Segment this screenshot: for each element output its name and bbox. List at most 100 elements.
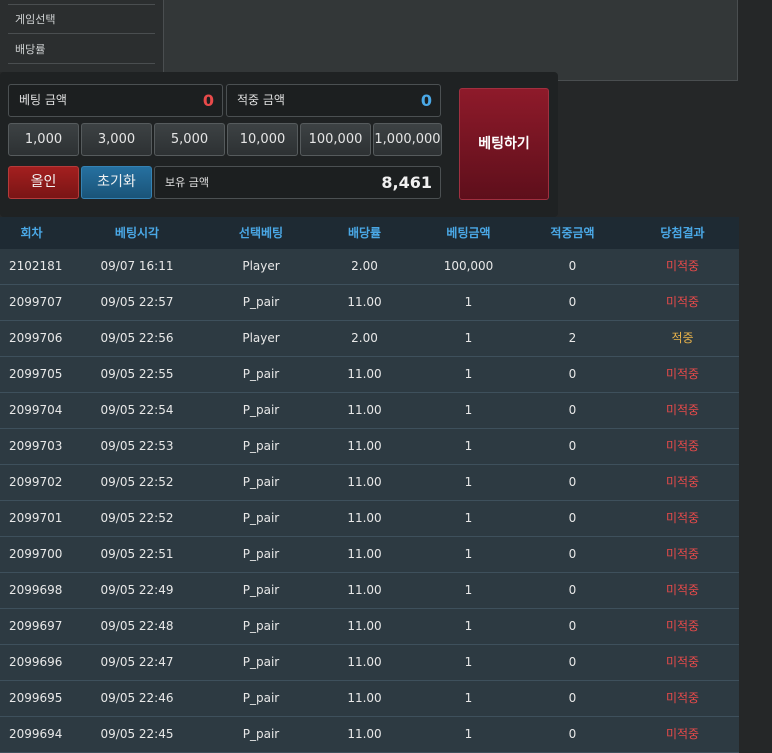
bet-amount-value: 0 <box>202 91 214 110</box>
bet-cell: 1 <box>464 331 473 345</box>
win-cell: 2 <box>568 331 577 345</box>
time-cell: 09/05 22:57 <box>100 295 174 309</box>
pick-cell: P_pair <box>242 691 280 705</box>
win-cell: 0 <box>568 439 577 453</box>
col-result: 당첨결과 <box>660 226 705 240</box>
round-cell: 2099697 <box>9 619 63 633</box>
result-cell: 미적중 <box>665 439 700 453</box>
bet-cell: 1 <box>464 439 473 453</box>
table-row: 2099705 09/05 22:55 P_pair 11.00 1 0 미적중 <box>0 357 739 393</box>
round-cell: 2099704 <box>9 403 63 417</box>
bet-cell: 1 <box>464 655 473 669</box>
result-cell: 미적중 <box>665 619 700 633</box>
result-cell: 미적중 <box>665 547 700 561</box>
pick-cell: P_pair <box>242 511 280 525</box>
odds-cell: 11.00 <box>347 367 382 381</box>
result-cell: 미적중 <box>665 511 700 525</box>
game-display-area <box>163 0 738 81</box>
bet-cell: 1 <box>464 475 473 489</box>
win-amount-field: 적중 금액 0 <box>226 84 441 117</box>
win-cell: 0 <box>568 691 577 705</box>
table-row: 2099694 09/05 22:45 P_pair 11.00 1 0 미적중 <box>0 717 739 753</box>
time-cell: 09/07 16:11 <box>100 259 174 273</box>
round-cell: 2099707 <box>9 295 63 309</box>
table-body: 2102181 09/07 16:11 Player 2.00 100,000 0 미적중 2… <box>0 249 739 753</box>
round-cell: 2099702 <box>9 475 63 489</box>
round-cell: 2099701 <box>9 511 63 525</box>
bet-cell: 1 <box>464 295 473 309</box>
time-cell: 09/05 22:54 <box>100 403 174 417</box>
time-cell: 09/05 22:48 <box>100 619 174 633</box>
bet-cell: 1 <box>464 403 473 417</box>
win-cell: 0 <box>568 259 577 273</box>
chip-100000-button[interactable]: 100,000 <box>300 123 371 156</box>
odds-cell: 11.00 <box>347 475 382 489</box>
pick-cell: P_pair <box>242 655 280 669</box>
time-cell: 09/05 22:55 <box>100 367 174 381</box>
round-cell: 2099695 <box>9 691 63 705</box>
pick-cell: P_pair <box>242 295 280 309</box>
time-cell: 09/05 22:45 <box>100 727 174 741</box>
bet-amount-field: 베팅 금액 0 <box>8 84 223 117</box>
bet-history-table: 회차 베팅시각 선택베팅 배당률 베팅금액 적중금액 당첨결과 2102181 0… <box>0 217 739 753</box>
chip-3000-button[interactable]: 3,000 <box>81 123 152 156</box>
win-cell: 0 <box>568 583 577 597</box>
table-row: 2099701 09/05 22:52 P_pair 11.00 1 0 미적중 <box>0 501 739 537</box>
bet-cell: 1 <box>464 619 473 633</box>
round-cell: 2099696 <box>9 655 63 669</box>
table-row: 2102181 09/07 16:11 Player 2.00 100,000 0 미적중 <box>0 249 739 285</box>
table-header: 회차 베팅시각 선택베팅 배당률 베팅금액 적중금액 당첨결과 <box>0 217 739 249</box>
chip-1000000-button[interactable]: 1,000,000 <box>373 123 442 156</box>
win-cell: 0 <box>568 511 577 525</box>
win-cell: 0 <box>568 547 577 561</box>
round-cell: 2099694 <box>9 727 63 741</box>
result-cell: 미적중 <box>665 403 700 417</box>
odds-cell: 11.00 <box>347 439 382 453</box>
bet-cell: 1 <box>464 367 473 381</box>
result-cell: 미적중 <box>665 727 700 741</box>
pick-cell: P_pair <box>242 475 280 489</box>
result-cell: 미적중 <box>665 295 700 309</box>
col-pick: 선택베팅 <box>238 226 284 240</box>
table-row: 2099703 09/05 22:53 P_pair 11.00 1 0 미적중 <box>0 429 739 465</box>
pick-cell: P_pair <box>242 583 280 597</box>
menu-item-game-select[interactable]: 게임선택 <box>8 5 155 34</box>
side-menu: 게임선택 배당률 <box>0 0 163 72</box>
odds-cell: 2.00 <box>351 331 378 345</box>
result-cell: 미적중 <box>665 475 700 489</box>
win-cell: 0 <box>568 403 577 417</box>
reset-button[interactable]: 초기화 <box>81 166 152 199</box>
win-cell: 0 <box>568 367 577 381</box>
pick-cell: P_pair <box>242 619 280 633</box>
bet-amount-label: 베팅 금액 <box>19 93 67 107</box>
table-row: 2099704 09/05 22:54 P_pair 11.00 1 0 미적중 <box>0 393 739 429</box>
odds-cell: 11.00 <box>347 619 382 633</box>
pick-cell: Player <box>242 259 280 273</box>
balance-field: 보유 금액 8,461 <box>154 166 441 199</box>
time-cell: 09/05 22:46 <box>100 691 174 705</box>
odds-cell: 11.00 <box>347 727 382 741</box>
time-cell: 09/05 22:49 <box>100 583 174 597</box>
chip-5000-button[interactable]: 5,000 <box>154 123 225 156</box>
time-cell: 09/05 22:52 <box>100 475 174 489</box>
win-cell: 0 <box>568 655 577 669</box>
round-cell: 2099705 <box>9 367 63 381</box>
chip-10000-button[interactable]: 10,000 <box>227 123 298 156</box>
allin-button[interactable]: 올인 <box>8 166 79 199</box>
place-bet-button[interactable]: 베팅하기 <box>459 88 549 200</box>
table-row: 2099698 09/05 22:49 P_pair 11.00 1 0 미적중 <box>0 573 739 609</box>
bet-cell: 100,000 <box>443 259 494 273</box>
odds-cell: 11.00 <box>347 295 382 309</box>
win-cell: 0 <box>568 619 577 633</box>
pick-cell: P_pair <box>242 367 280 381</box>
odds-cell: 11.00 <box>347 583 382 597</box>
time-cell: 09/05 22:51 <box>100 547 174 561</box>
time-cell: 09/05 22:53 <box>100 439 174 453</box>
result-cell: 미적중 <box>665 655 700 669</box>
chip-1000-button[interactable]: 1,000 <box>8 123 79 156</box>
round-cell: 2102181 <box>9 259 63 273</box>
odds-cell: 11.00 <box>347 511 382 525</box>
table-row: 2099700 09/05 22:51 P_pair 11.00 1 0 미적중 <box>0 537 739 573</box>
odds-cell: 11.00 <box>347 655 382 669</box>
menu-item-odds[interactable]: 배당률 <box>8 35 155 64</box>
